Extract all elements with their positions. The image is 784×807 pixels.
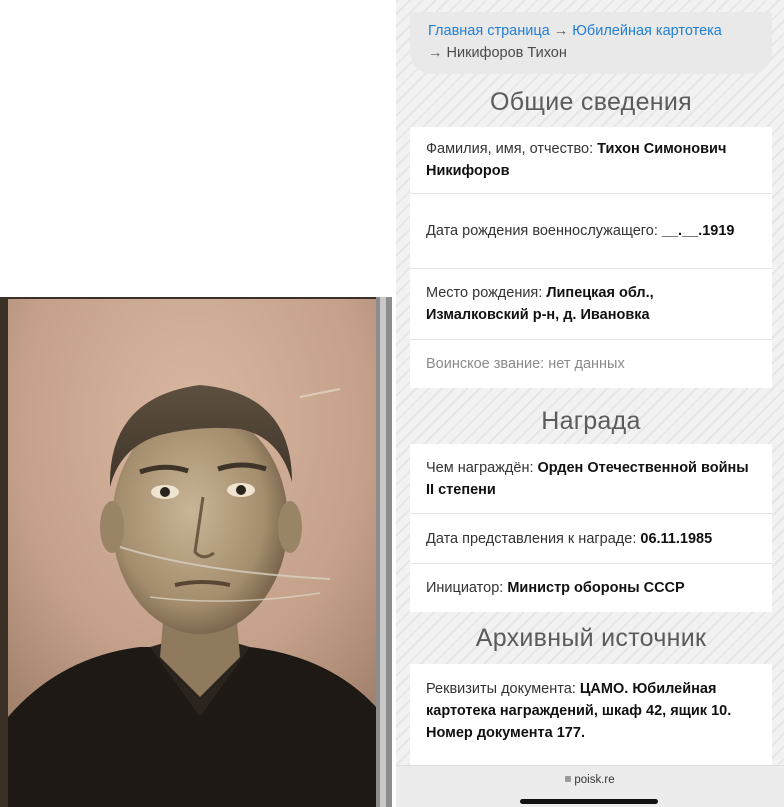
breadcrumb-current: Никифоров Тихон xyxy=(446,45,567,61)
browser-bottom-bar: poisk.re xyxy=(396,765,784,807)
lock-icon xyxy=(565,776,572,782)
birth-place-row: Место рождения: Липецкая обл., Измалковс… xyxy=(410,269,772,340)
initiator-value: Министр обороны СССР xyxy=(507,580,685,596)
initiator-label: Инициатор: xyxy=(426,580,508,596)
birth-date-row: Дата рождения военнослужащего: __.__.191… xyxy=(410,194,772,269)
breadcrumb-home-link[interactable]: Главная страница xyxy=(428,23,550,39)
rank-text: Воинское звание: нет данных xyxy=(426,356,625,372)
archive-card: Реквизиты документа: ЦАМО. Юбилейная кар… xyxy=(410,664,772,765)
birth-place-label: Место рождения: xyxy=(426,285,547,301)
award-date-row: Дата представления к награде: 06.11.1985 xyxy=(410,514,772,564)
portrait-photo xyxy=(0,297,392,807)
breadcrumb-arrow: → xyxy=(428,45,443,61)
birth-date-value: __.__.1919 xyxy=(661,223,735,239)
section-title-general: Общие сведения xyxy=(489,88,692,116)
home-indicator[interactable] xyxy=(520,799,658,804)
breadcrumb-catalog-link[interactable]: Юбилейная картотека xyxy=(572,23,722,39)
section-title-award: Награда xyxy=(541,407,641,435)
award-date-value: 06.11.1985 xyxy=(640,530,713,547)
fio-label: Фамилия, имя, отчество: xyxy=(426,141,598,157)
rank-row: Воинское звание: нет данных xyxy=(410,340,772,388)
award-card: Чем награждён: Орден Отечественной войны… xyxy=(410,444,772,612)
breadcrumb: Главная страница → Юбилейная картотека →… xyxy=(410,12,772,74)
birth-date-label: Дата рождения военнослужащего: xyxy=(426,223,662,239)
general-info-card: Фамилия, имя, отчество: Тихон Симонович … xyxy=(410,127,772,388)
address-bar[interactable]: poisk.re xyxy=(396,774,784,786)
phone-screenshot: Главная страница → Юбилейная картотека →… xyxy=(396,0,784,807)
fio-row: Фамилия, имя, отчество: Тихон Симонович … xyxy=(410,127,772,194)
initiator-row: Инициатор: Министр обороны СССР xyxy=(410,564,772,612)
breadcrumb-arrow: → xyxy=(553,23,569,39)
award-label: Чем награждён: xyxy=(426,459,538,476)
document-row: Реквизиты документа: ЦАМО. Юбилейная кар… xyxy=(410,664,772,765)
award-date-label: Дата представления к награде: xyxy=(426,530,641,547)
award-row: Чем награждён: Орден Отечественной войны… xyxy=(410,444,772,514)
document-label: Реквизиты документа: xyxy=(426,681,580,697)
section-title-archive: Архивный источник xyxy=(475,624,707,652)
url-text: poisk.re xyxy=(574,774,615,786)
